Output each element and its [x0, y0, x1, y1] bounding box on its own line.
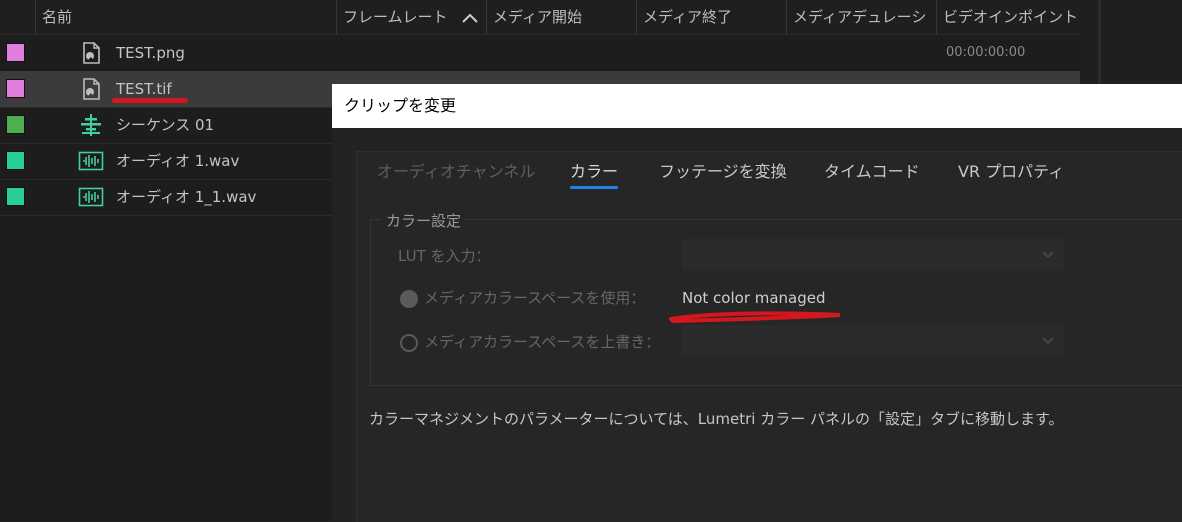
image-file-icon: [83, 78, 100, 100]
panel-divider: [1098, 0, 1101, 90]
modify-clip-dialog: クリップを変更 オーディオチャンネル カラー フッテージを変換 タイムコード V…: [332, 84, 1182, 522]
active-tab-indicator: [570, 186, 618, 189]
sort-ascending-icon: [462, 13, 478, 23]
annotation-underline: [112, 98, 188, 103]
column-header-frame-rate-label: フレームレート: [343, 8, 448, 26]
project-item-name: シーケンス 01: [116, 116, 215, 134]
override-media-color-space-label: メディアカラースペースを上書き：: [424, 333, 661, 351]
project-item-name: オーディオ 1_1.wav: [116, 188, 257, 206]
label-color-swatch[interactable]: [6, 79, 25, 98]
image-file-icon: [83, 42, 100, 64]
tab-timecode[interactable]: タイムコード: [824, 162, 920, 192]
use-media-color-space-label: メディアカラースペースを使用：: [424, 289, 646, 307]
column-header-media-end[interactable]: メディア終了: [636, 0, 786, 34]
annotation-underline: [669, 311, 841, 323]
column-header-media-start[interactable]: メディア開始: [486, 0, 636, 34]
lut-input-label: LUT を入力：: [398, 247, 491, 265]
tab-interpret-footage[interactable]: フッテージを変換: [659, 162, 787, 192]
label-color-swatch[interactable]: [6, 115, 25, 134]
color-management-info-text: カラーマネジメントのパラメーターについては、Lumetri カラー パネルの「設…: [369, 410, 1064, 428]
label-color-swatch[interactable]: [6, 151, 25, 170]
color-settings-legend: カラー設定: [381, 210, 467, 231]
audio-file-icon: [78, 187, 104, 207]
label-color-swatch[interactable]: [6, 43, 25, 62]
column-header-video-in-point[interactable]: ビデオインポイント: [936, 0, 1080, 34]
column-header-name[interactable]: 名前: [35, 0, 336, 34]
project-item-name: TEST.png: [116, 44, 185, 62]
tab-vr-properties[interactable]: VR プロパティ: [958, 162, 1064, 192]
chevron-down-icon: [1042, 337, 1054, 345]
chevron-down-icon: [1042, 251, 1054, 259]
dialog-titlebar[interactable]: クリップを変更: [332, 84, 1182, 128]
lut-input-dropdown[interactable]: [682, 239, 1064, 269]
audio-file-icon: [78, 151, 104, 171]
column-header-frame-rate[interactable]: フレームレート: [336, 0, 486, 34]
column-header-media-duration[interactable]: メディアデュレーシ: [786, 0, 936, 34]
label-color-swatch[interactable]: [6, 187, 25, 206]
project-item-name: オーディオ 1.wav: [116, 152, 240, 170]
dialog-body: オーディオチャンネル カラー フッテージを変換 タイムコード VR プロパティ …: [356, 151, 1182, 522]
sequence-icon: [81, 114, 101, 136]
tab-audio-channels[interactable]: オーディオチャンネル: [377, 162, 535, 192]
override-media-color-space-radio[interactable]: [400, 334, 418, 352]
use-media-color-space-radio[interactable]: [400, 290, 418, 308]
video-in-point-value: 00:00:00:00: [946, 45, 1026, 60]
project-item-row[interactable]: TEST.png 00:00:00:00: [0, 35, 1080, 72]
dialog-title: クリップを変更: [344, 96, 457, 115]
override-color-space-dropdown[interactable]: [682, 325, 1064, 355]
color-settings-group: カラー設定 LUT を入力： メディアカラースペースを使用： Not color…: [370, 210, 1182, 386]
column-header-row: 名前 フレームレート メディア開始 メディア終了 メディアデュレーシ ビデオイン…: [0, 0, 1080, 35]
media-color-space-value: Not color managed: [682, 289, 826, 307]
